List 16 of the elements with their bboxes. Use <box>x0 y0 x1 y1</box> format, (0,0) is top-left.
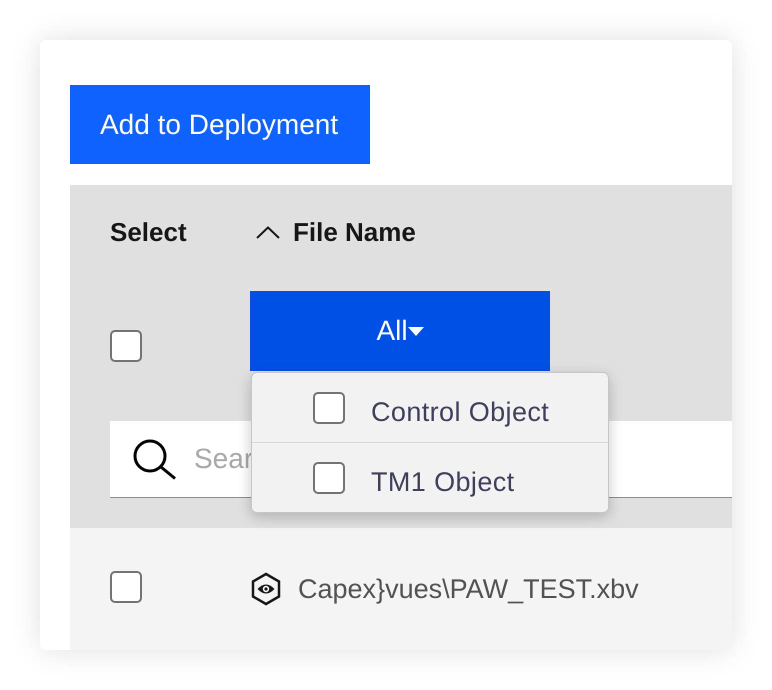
row-checkbox[interactable] <box>110 570 142 602</box>
option-checkbox[interactable] <box>313 462 345 494</box>
caret-down-icon <box>408 326 424 336</box>
column-header[interactable]: File Name <box>293 216 416 248</box>
add-to-deployment-button[interactable]: Add to Deployment <box>70 85 370 164</box>
chevron-up-icon[interactable] <box>256 226 280 238</box>
menu-item[interactable]: Control Object <box>252 373 608 442</box>
menu-item[interactable]: TM1 Object <box>252 442 608 512</box>
search-placeholder: Sear <box>194 443 254 475</box>
search-icon <box>133 438 177 480</box>
filter-dropdown-button[interactable]: All <box>250 291 550 371</box>
column-header: Select <box>110 216 187 248</box>
file-name: Capex}vues\PAW_TEST.xbv <box>298 574 639 604</box>
select-all-checkbox[interactable] <box>110 330 142 362</box>
hexagon-eye-icon <box>250 572 282 606</box>
option-checkbox[interactable] <box>313 392 345 424</box>
